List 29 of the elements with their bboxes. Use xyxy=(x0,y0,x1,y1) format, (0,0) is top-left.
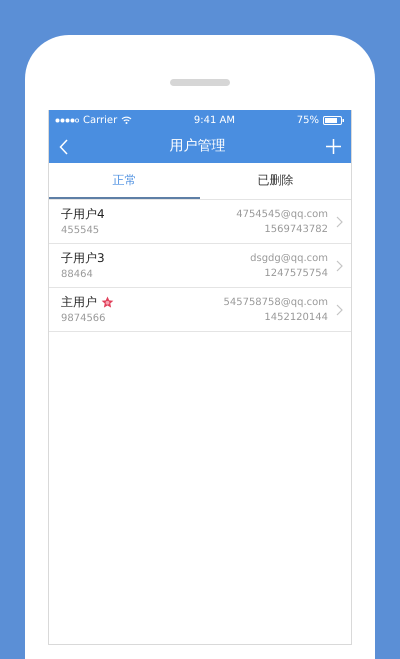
user-id: 88464 xyxy=(61,268,94,282)
user-phone: 1569743782 xyxy=(264,222,328,236)
user-id: 455545 xyxy=(61,224,100,238)
add-icon[interactable] xyxy=(326,139,341,154)
battery-percent: 75% xyxy=(296,114,319,128)
back-icon[interactable] xyxy=(59,138,69,154)
chevron-icon xyxy=(336,260,343,272)
user-row[interactable]: 子用户4 455545 4754545@qq.com 1569743782 xyxy=(49,200,351,244)
chevron-icon xyxy=(336,216,343,228)
user-email: 4754545@qq.com xyxy=(236,208,328,222)
user-name: 主用户 xyxy=(61,294,97,311)
battery-icon xyxy=(322,116,345,124)
user-phone: 1247575754 xyxy=(264,266,328,280)
user-id: 9874566 xyxy=(61,312,107,326)
chevron-icon xyxy=(336,304,343,316)
user-name: 子用户4 xyxy=(61,206,105,223)
tab[interactable]: 已删除 xyxy=(200,163,351,199)
page-title: 用户管理 xyxy=(170,137,226,156)
user-row[interactable]: 主用户 9874566 545758758@qq.com 1452120144 xyxy=(49,288,351,332)
carrier-label: Carrier xyxy=(83,114,118,128)
user-name: 子用户3 xyxy=(61,250,105,267)
user-email: dsgdg@qq.com xyxy=(250,252,328,266)
status-time: 9:41 AM xyxy=(194,114,236,128)
user-row[interactable]: 子用户3 88464 dsgdg@qq.com 1247575754 xyxy=(49,244,351,288)
user-phone: 1452120144 xyxy=(264,310,328,324)
user-email: 545758758@qq.com xyxy=(224,296,328,310)
speaker-slot xyxy=(170,79,230,86)
signal-icon xyxy=(55,118,79,122)
wifi-icon xyxy=(121,116,132,124)
